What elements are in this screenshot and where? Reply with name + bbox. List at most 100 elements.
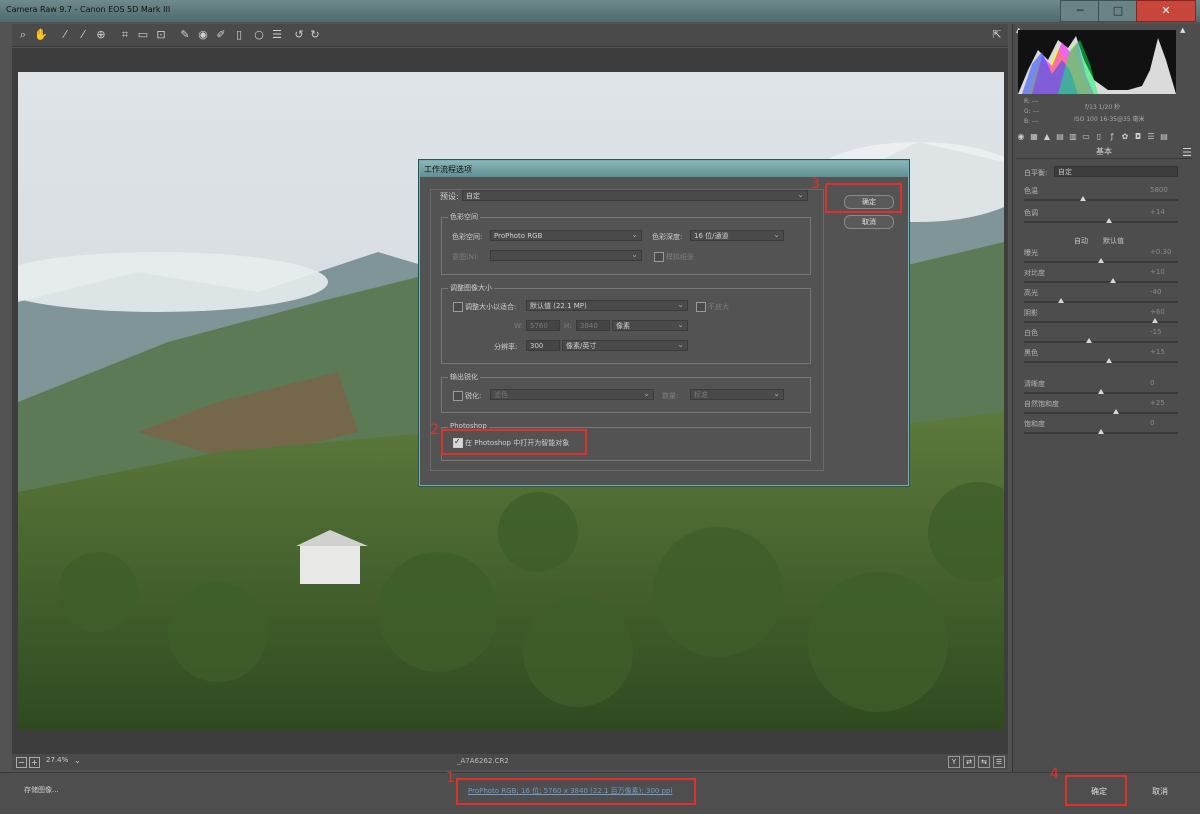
slider-value[interactable]: +0.30 (1150, 248, 1171, 256)
preset-select[interactable]: 自定 (462, 189, 808, 201)
transform-icon[interactable]: ⊡ (154, 28, 168, 42)
slider-value[interactable]: +10 (1150, 268, 1165, 276)
straighten-icon[interactable]: ▭ (136, 28, 150, 42)
white-balance-select[interactable]: 自定 (1054, 166, 1178, 177)
cancel-button[interactable]: 取消 (1140, 783, 1180, 801)
resize-legend: 调整图像大小 (448, 283, 494, 293)
open-fullscreen-icon[interactable]: ⇱ (990, 28, 1004, 42)
slider-value[interactable]: -40 (1150, 288, 1161, 296)
hsl-tab-icon[interactable]: ▤ (1055, 132, 1065, 142)
slider-track[interactable] (1024, 221, 1178, 223)
simulate-paper-checkbox[interactable] (654, 252, 664, 262)
effects-tab-icon[interactable]: ƒ (1107, 132, 1117, 142)
swap-settings-icon[interactable]: ⇄ (963, 756, 975, 768)
zoom-dropdown-icon[interactable]: ⌄ (74, 756, 81, 765)
white-balance-icon[interactable]: ⁄ (58, 28, 72, 42)
height-input[interactable]: 3840 (576, 320, 610, 331)
lens-tab-icon[interactable]: ▭ (1081, 132, 1091, 142)
slider-thumb[interactable] (1110, 278, 1117, 283)
zoom-out-button[interactable]: − (16, 757, 27, 768)
close-button[interactable]: ✕ (1136, 0, 1196, 22)
slider-thumb[interactable] (1151, 318, 1158, 323)
slider-label: 清晰度 (1024, 380, 1045, 388)
maximize-button[interactable]: □ (1098, 0, 1138, 22)
camera-tab-icon[interactable]: ◘ (1133, 132, 1143, 142)
graduated-filter-icon[interactable]: ▯ (232, 28, 246, 42)
slider-value[interactable]: +25 (1150, 399, 1165, 407)
camera-calibration-tab-icon[interactable]: ✿ (1120, 132, 1130, 142)
preferences-icon[interactable]: ☰ (270, 28, 284, 42)
slider-track[interactable] (1024, 199, 1178, 201)
settings-icon[interactable]: ☰ (993, 756, 1005, 768)
slider-thumb[interactable] (1098, 389, 1104, 394)
adjustment-brush-icon[interactable]: ✐ (214, 28, 228, 42)
sharpen-select[interactable]: 滤色 (490, 388, 654, 400)
size-unit-select[interactable]: 像素 (612, 319, 688, 331)
slider-thumb[interactable] (1098, 429, 1104, 434)
sharpen-checkbox[interactable] (453, 391, 463, 401)
width-input[interactable]: 5760 (526, 320, 560, 331)
dialog-cancel-button[interactable]: 取消 (844, 215, 894, 229)
slider-track[interactable] (1024, 341, 1178, 343)
resolution-input[interactable]: 300 (526, 340, 560, 351)
amount-select[interactable]: 标准 (690, 388, 784, 400)
snapshots-tab-icon[interactable]: ▤ (1159, 132, 1169, 142)
minimize-button[interactable]: ─ (1060, 0, 1100, 22)
slider-track[interactable] (1024, 281, 1178, 283)
save-image-button[interactable]: 存储图像... (24, 785, 59, 795)
slider-track[interactable] (1024, 301, 1178, 303)
basic-tab-icon[interactable]: ◉ (1016, 132, 1026, 142)
no-enlarge-checkbox[interactable] (696, 302, 706, 312)
split-toning-tab-icon[interactable]: ▥ (1068, 132, 1078, 142)
radial-filter-icon[interactable]: ○ (252, 28, 266, 42)
default-button[interactable]: 默认值 (1103, 236, 1124, 246)
slider-thumb[interactable] (1113, 409, 1120, 414)
slider-thumb[interactable] (1105, 218, 1112, 223)
simulate-paper-label: 模拟纸张 (666, 253, 694, 261)
slider-thumb[interactable] (1105, 358, 1112, 363)
intent-select[interactable] (490, 249, 642, 261)
panel-menu-icon[interactable]: ☰ (1180, 146, 1194, 160)
color-depth-select[interactable]: 16 位/通道 (690, 229, 784, 241)
presets-tab-icon[interactable]: ☰ (1146, 132, 1156, 142)
crop-icon[interactable]: ⌗ (118, 28, 132, 42)
slider-value[interactable]: 0 (1150, 379, 1154, 387)
resize-fit-select[interactable]: 默认值 (22.1 MP) (526, 299, 688, 311)
slider-value[interactable]: -15 (1150, 328, 1161, 336)
slider-thumb[interactable] (1057, 298, 1064, 303)
slider-value[interactable]: +60 (1150, 308, 1165, 316)
slider-value[interactable]: +14 (1150, 208, 1165, 216)
slider-track[interactable] (1024, 361, 1178, 363)
resolution-label: 分辨率: (494, 343, 518, 351)
resize-fit-checkbox[interactable] (453, 302, 463, 312)
zoom-in-button[interactable]: + (29, 757, 40, 768)
highlight-clipping-icon[interactable]: ▲ (1180, 26, 1188, 34)
slider-value[interactable]: 0 (1150, 419, 1154, 427)
slider-thumb[interactable] (1098, 258, 1104, 263)
zoom-icon[interactable]: ⌕ (16, 28, 30, 42)
info-g: G: --- (1024, 108, 1040, 115)
spot-removal-icon[interactable]: ✎ (178, 28, 192, 42)
slider-track[interactable] (1024, 412, 1178, 414)
tone-curve-tab-icon[interactable]: ▦ (1029, 132, 1039, 142)
toggle-before-after-icon[interactable]: Y (948, 756, 960, 768)
copy-settings-icon[interactable]: ⇆ (978, 756, 990, 768)
red-eye-icon[interactable]: ◉ (196, 28, 210, 42)
dialog-titlebar: 工作流程选项 (420, 161, 908, 177)
slider-value[interactable]: 5800 (1150, 186, 1168, 194)
detail-tab-icon[interactable]: ▲ (1042, 132, 1052, 142)
color-space-select[interactable]: ProPhoto RGB (490, 229, 642, 241)
slider-value[interactable]: +15 (1150, 348, 1165, 356)
transform-tab-icon[interactable]: ▯ (1094, 132, 1104, 142)
histogram (1018, 30, 1176, 94)
auto-button[interactable]: 自动 (1074, 236, 1088, 246)
resolution-unit-select[interactable]: 像素/英寸 (562, 339, 688, 351)
color-sampler-icon[interactable]: ⁄ (76, 28, 90, 42)
target-adjust-icon[interactable]: ⊕ (94, 28, 108, 42)
rotate-left-icon[interactable]: ↺ (292, 28, 306, 42)
width-label: W: (514, 322, 523, 330)
slider-thumb[interactable] (1079, 196, 1086, 201)
rotate-right-icon[interactable]: ↻ (308, 28, 322, 42)
slider-thumb[interactable] (1085, 338, 1092, 343)
hand-icon[interactable]: ✋ (34, 28, 48, 42)
